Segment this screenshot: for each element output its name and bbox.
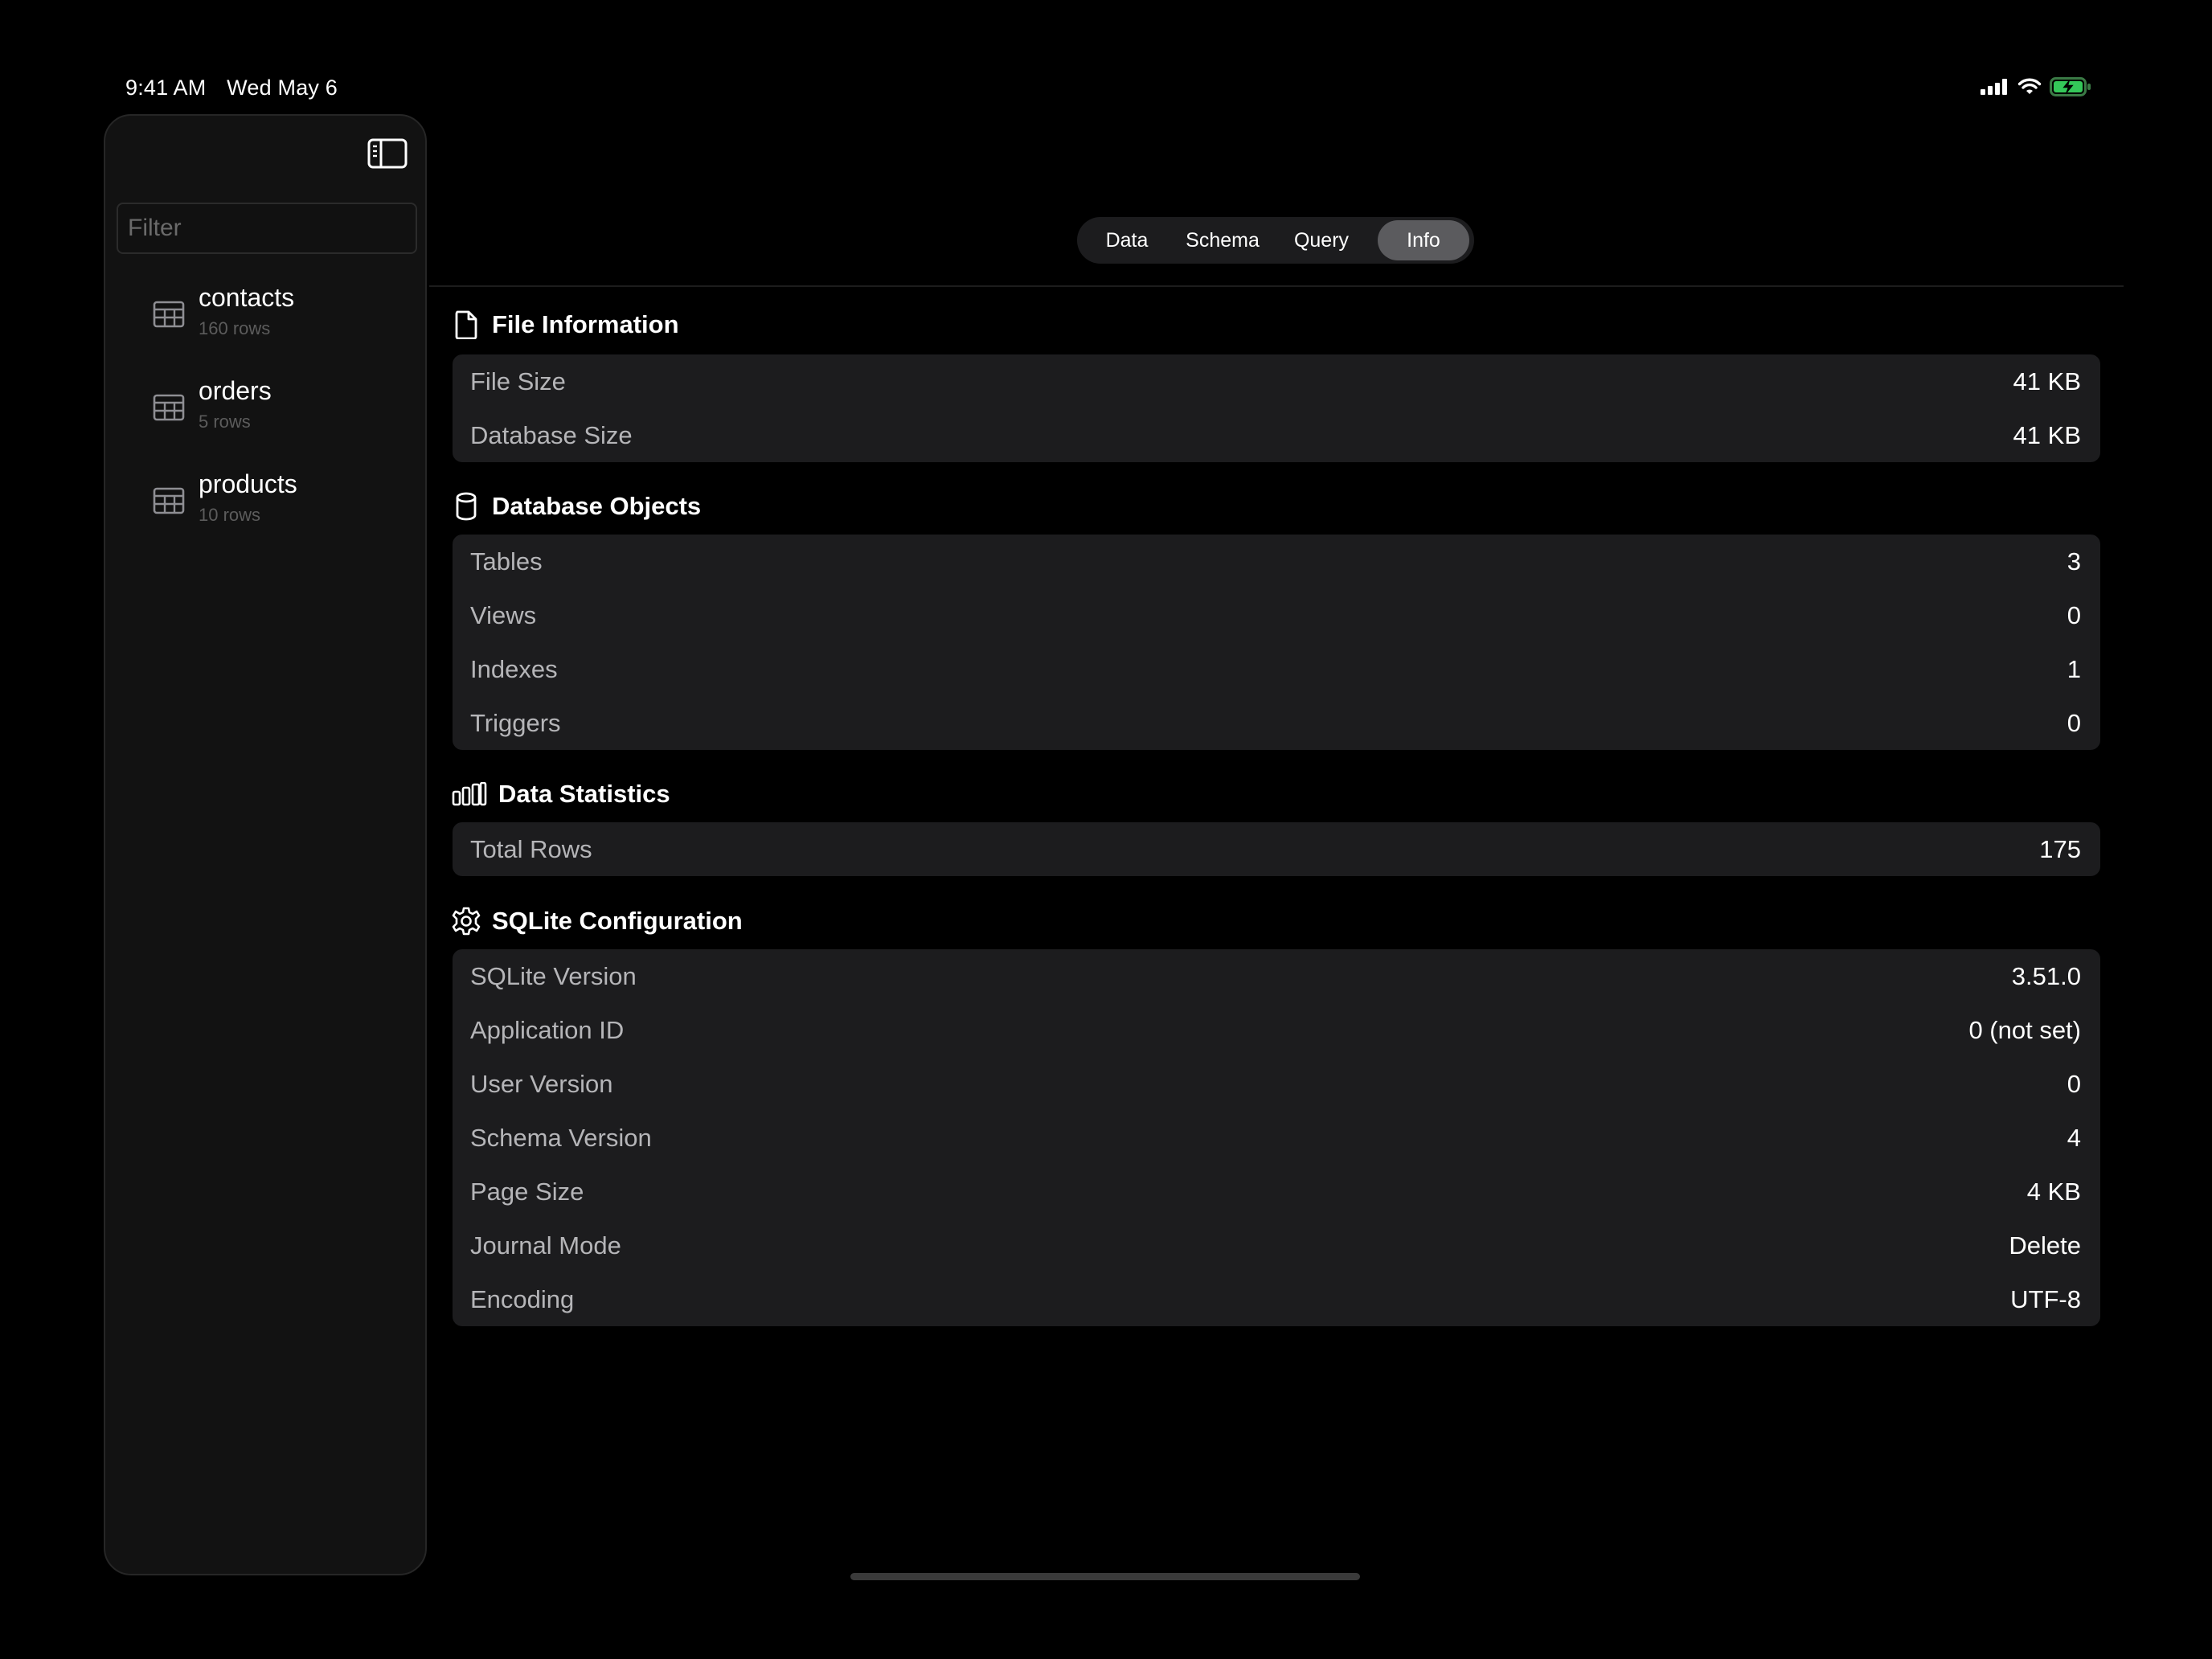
table-icon	[153, 394, 185, 421]
tab-data[interactable]: Data	[1090, 220, 1164, 260]
row-label: Database Size	[470, 421, 633, 449]
row-value: 0	[2067, 1070, 2081, 1098]
row-value: 4 KB	[2026, 1178, 2081, 1206]
sidebar-item-contacts[interactable]: contacts 160 rows	[105, 283, 425, 363]
sidebar: contacts 160 rows orders 5 rows prod	[104, 114, 427, 1575]
section-title: Database Objects	[492, 492, 702, 520]
row-label: SQLite Version	[470, 962, 637, 990]
gear-icon	[452, 907, 481, 936]
table-icon	[153, 487, 185, 514]
info-row: Triggers 0	[453, 696, 2100, 750]
status-date: Wed May 6	[227, 76, 338, 100]
row-label: Application ID	[470, 1016, 625, 1044]
row-value: Delete	[2009, 1231, 2081, 1260]
section-sqlite-configuration: SQLite Configuration	[452, 907, 743, 936]
info-row: User Version 0	[453, 1057, 2100, 1111]
document-icon	[452, 310, 481, 339]
info-row: Views 0	[453, 588, 2100, 642]
row-value: 0	[2067, 709, 2081, 737]
table-icon	[153, 301, 185, 328]
database-objects-card: Tables 3 Views 0 Indexes 1 Triggers 0	[453, 535, 2100, 750]
row-value: 3	[2067, 547, 2081, 576]
file-information-card: File Size 41 KB Database Size 41 KB	[453, 354, 2100, 462]
tab-info[interactable]: Info	[1378, 220, 1469, 260]
view-tabs: Data Schema Query Info	[1077, 217, 1474, 264]
database-cylinder-icon	[452, 492, 481, 521]
filter-input[interactable]	[117, 203, 417, 254]
row-value: 1	[2067, 655, 2081, 683]
sidebar-item-products[interactable]: products 10 rows	[105, 469, 425, 550]
section-data-statistics: Data Statistics	[452, 780, 670, 809]
section-title: Data Statistics	[498, 780, 670, 808]
row-value: 41 KB	[2013, 367, 2081, 395]
row-value: 41 KB	[2013, 421, 2081, 449]
table-name: products	[199, 469, 297, 498]
row-label: User Version	[470, 1070, 613, 1098]
row-label: Total Rows	[470, 835, 592, 863]
wifi-icon	[2017, 78, 2042, 94]
table-row-count: 160 rows	[199, 318, 271, 338]
row-label: Journal Mode	[470, 1231, 621, 1260]
app-root: 9:41 AM Wed May 6 Filter contacts 160 ro…	[0, 0, 2212, 1659]
section-database-objects: Database Objects	[452, 492, 701, 521]
row-label: Indexes	[470, 655, 558, 683]
sidebar-toggle-icon[interactable]	[364, 132, 412, 174]
table-row-count: 5 rows	[199, 412, 251, 432]
tab-schema[interactable]: Schema	[1178, 220, 1267, 260]
row-label: Encoding	[470, 1285, 575, 1313]
data-statistics-card: Total Rows 175	[453, 822, 2100, 876]
row-value: 4	[2067, 1124, 2081, 1152]
section-title: SQLite Configuration	[492, 907, 743, 935]
section-file-information: File Information	[452, 310, 679, 339]
info-row: Encoding UTF-8	[453, 1272, 2100, 1326]
info-row: File Size 41 KB	[453, 354, 2100, 408]
row-value: UTF-8	[2010, 1285, 2081, 1313]
row-label: Views	[470, 601, 537, 629]
status-time: 9:41 AM	[125, 76, 207, 100]
info-row: Schema Version 4	[453, 1111, 2100, 1165]
info-row: Database Size 41 KB	[453, 408, 2100, 462]
header-divider	[429, 285, 2124, 287]
battery-charging-icon	[2050, 77, 2091, 96]
row-value: 0	[2067, 601, 2081, 629]
table-row-count: 10 rows	[199, 505, 261, 525]
cellular-signal-icon	[1981, 79, 2007, 95]
info-row: Page Size 4 KB	[453, 1165, 2100, 1219]
info-row: Total Rows 175	[453, 822, 2100, 876]
info-row: SQLite Version 3.51.0	[453, 949, 2100, 1003]
tab-query[interactable]: Query	[1281, 220, 1362, 260]
row-label: Page Size	[470, 1178, 584, 1206]
row-label: Triggers	[470, 709, 561, 737]
home-indicator[interactable]	[850, 1573, 1360, 1580]
bar-chart-icon	[452, 780, 487, 809]
row-value: 0 (not set)	[1968, 1016, 2081, 1044]
sqlite-configuration-card: SQLite Version 3.51.0 Application ID 0 (…	[453, 949, 2100, 1326]
row-label: Schema Version	[470, 1124, 652, 1152]
row-label: File Size	[470, 367, 566, 395]
table-name: orders	[199, 376, 272, 405]
sidebar-item-orders[interactable]: orders 5 rows	[105, 376, 425, 457]
status-bar-right	[1981, 77, 2091, 96]
info-row: Tables 3	[453, 535, 2100, 588]
info-row: Application ID 0 (not set)	[453, 1003, 2100, 1057]
info-row: Journal Mode Delete	[453, 1219, 2100, 1272]
section-title: File Information	[492, 310, 679, 338]
info-row: Indexes 1	[453, 642, 2100, 696]
status-bar-left: 9:41 AM Wed May 6	[125, 76, 352, 100]
table-name: contacts	[199, 283, 295, 312]
row-label: Tables	[470, 547, 543, 576]
row-value: 175	[2039, 835, 2081, 863]
row-value: 3.51.0	[2011, 962, 2081, 990]
